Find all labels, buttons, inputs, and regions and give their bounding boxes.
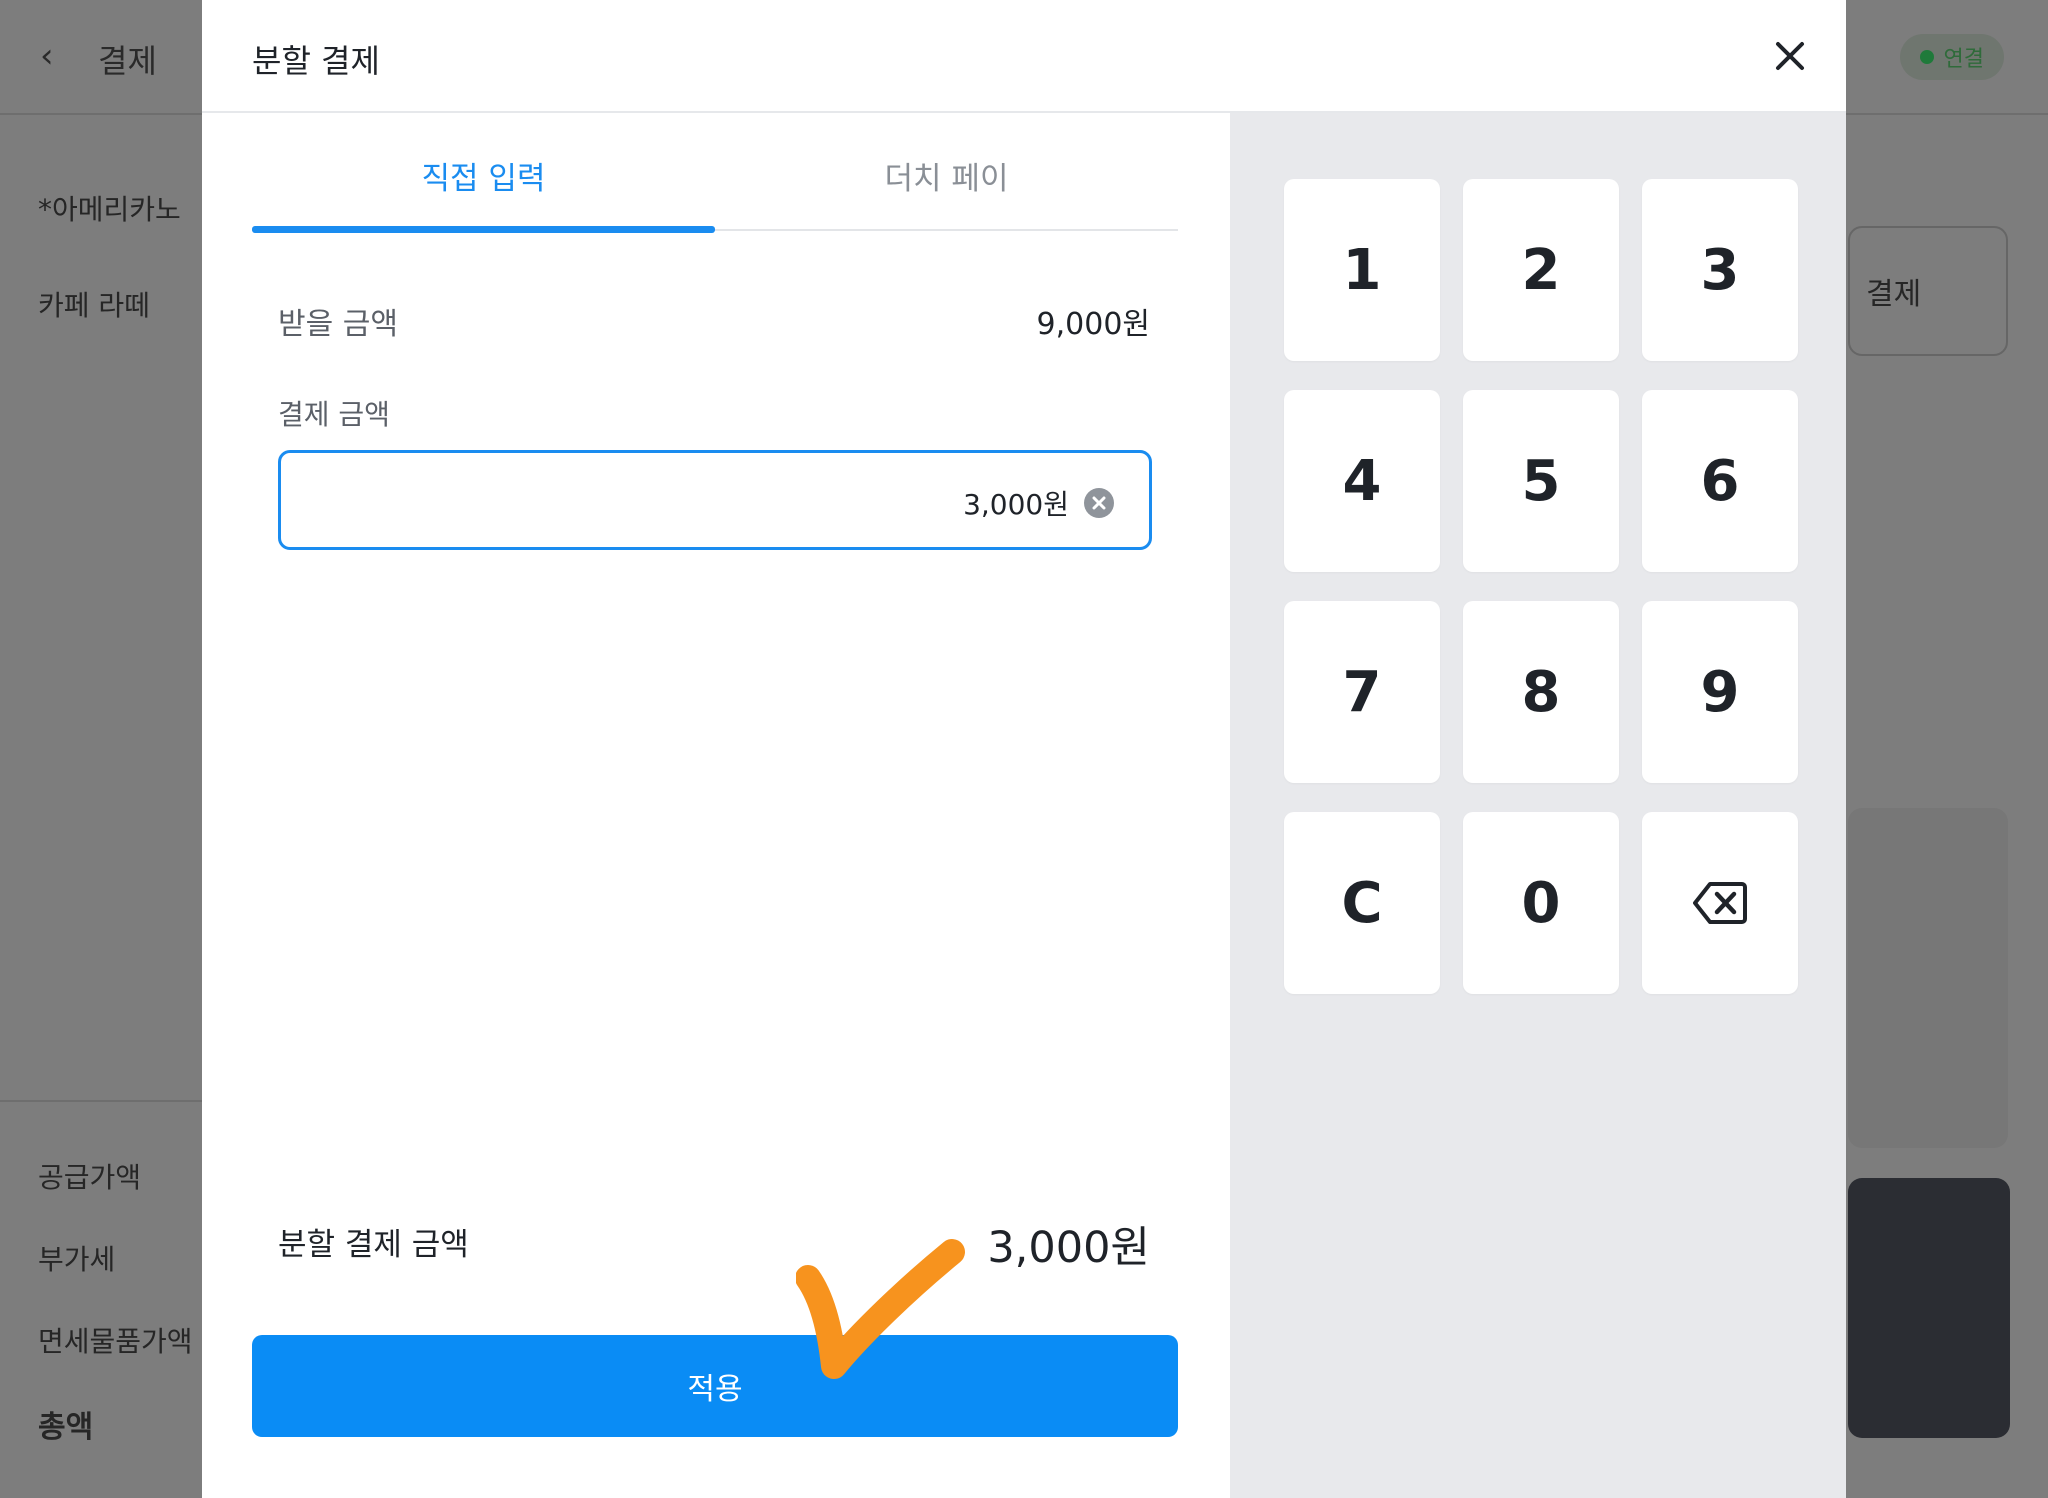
payment-amount-value: 3,000원 — [963, 488, 1069, 521]
chevron-left-icon[interactable]: ‹ — [40, 36, 54, 76]
apply-button[interactable]: 적용 — [252, 1335, 1178, 1437]
tab-direct-input-label: 직접 입력 — [421, 161, 546, 197]
key-4-label: 4 — [1342, 448, 1382, 514]
summary-vat-label: 부가세 — [38, 1243, 116, 1276]
payment-method-label: 결제 — [1866, 277, 1922, 312]
clear-circle-icon[interactable] — [1083, 487, 1115, 519]
split-amount-label: 분할 결제 금액 — [278, 1227, 469, 1263]
payment-input-panel: 직접 입력 더치 페이 받을 금액 9,000원 결제 금액 3,000원 분할… — [202, 113, 1230, 1498]
background-title: 결제 — [98, 42, 157, 80]
key-8[interactable]: 8 — [1463, 601, 1619, 783]
status-dot-icon — [1919, 50, 1934, 64]
connection-status-badge: 연결 — [1899, 34, 2004, 80]
key-9-label: 9 — [1700, 659, 1740, 725]
background-panel — [1848, 808, 2008, 1148]
key-6[interactable]: 6 — [1642, 390, 1798, 572]
apply-button-label: 적용 — [687, 1372, 743, 1407]
key-5-label: 5 — [1521, 448, 1561, 514]
split-amount-value: 3,000원 — [987, 1223, 1150, 1273]
receive-amount-label: 받을 금액 — [278, 307, 398, 342]
key-4[interactable]: 4 — [1284, 390, 1440, 572]
active-tab-indicator — [252, 226, 715, 233]
key-3-label: 3 — [1700, 237, 1740, 303]
summary-total-label: 총액 — [38, 1410, 94, 1445]
key-2-label: 2 — [1521, 237, 1561, 303]
backspace-icon — [1693, 882, 1747, 924]
key-0-label: 0 — [1521, 870, 1561, 936]
key-2[interactable]: 2 — [1463, 179, 1619, 361]
key-7-label: 7 — [1342, 659, 1382, 725]
key-1-label: 1 — [1342, 237, 1382, 303]
modal-title: 분할 결제 — [252, 42, 380, 80]
connection-status-label: 연결 — [1943, 47, 1984, 72]
payment-method-button[interactable]: 결제 — [1848, 226, 2008, 356]
key-clear-label: C — [1341, 870, 1383, 936]
modal-header: 분할 결제 — [202, 0, 1846, 113]
key-9[interactable]: 9 — [1642, 601, 1798, 783]
divider — [0, 1100, 202, 1102]
key-5[interactable]: 5 — [1463, 390, 1619, 572]
menu-item[interactable]: 카페 라떼 — [38, 284, 150, 324]
summary-supply-label: 공급가액 — [38, 1161, 142, 1194]
key-7[interactable]: 7 — [1284, 601, 1440, 783]
tab-dutch-pay-label: 더치 페이 — [884, 161, 1009, 197]
key-6-label: 6 — [1700, 448, 1740, 514]
tab-direct-input[interactable]: 직접 입력 — [252, 153, 715, 198]
key-3[interactable]: 3 — [1642, 179, 1798, 361]
menu-item[interactable]: *아메리카노 — [38, 188, 181, 228]
tab-bar: 직접 입력 더치 페이 — [252, 113, 1178, 233]
payment-amount-input[interactable]: 3,000원 — [278, 450, 1152, 550]
receive-amount-value: 9,000원 — [1036, 307, 1150, 342]
summary-taxfree-label: 면세물품가액 — [38, 1325, 193, 1358]
background-pay-button[interactable] — [1848, 1178, 2010, 1438]
key-backspace[interactable] — [1642, 812, 1798, 994]
numeric-keypad: 1 2 3 4 5 6 7 8 9 C 0 — [1230, 113, 1846, 1498]
key-clear[interactable]: C — [1284, 812, 1440, 994]
key-0[interactable]: 0 — [1463, 812, 1619, 994]
key-1[interactable]: 1 — [1284, 179, 1440, 361]
tab-dutch-pay[interactable]: 더치 페이 — [715, 153, 1178, 198]
payment-amount-label: 결제 금액 — [278, 398, 390, 431]
split-payment-modal: 분할 결제 직접 입력 더치 페이 받을 금액 9,000원 결제 금액 3,0… — [202, 0, 1846, 1498]
key-8-label: 8 — [1521, 659, 1561, 725]
close-icon[interactable] — [1772, 38, 1808, 74]
